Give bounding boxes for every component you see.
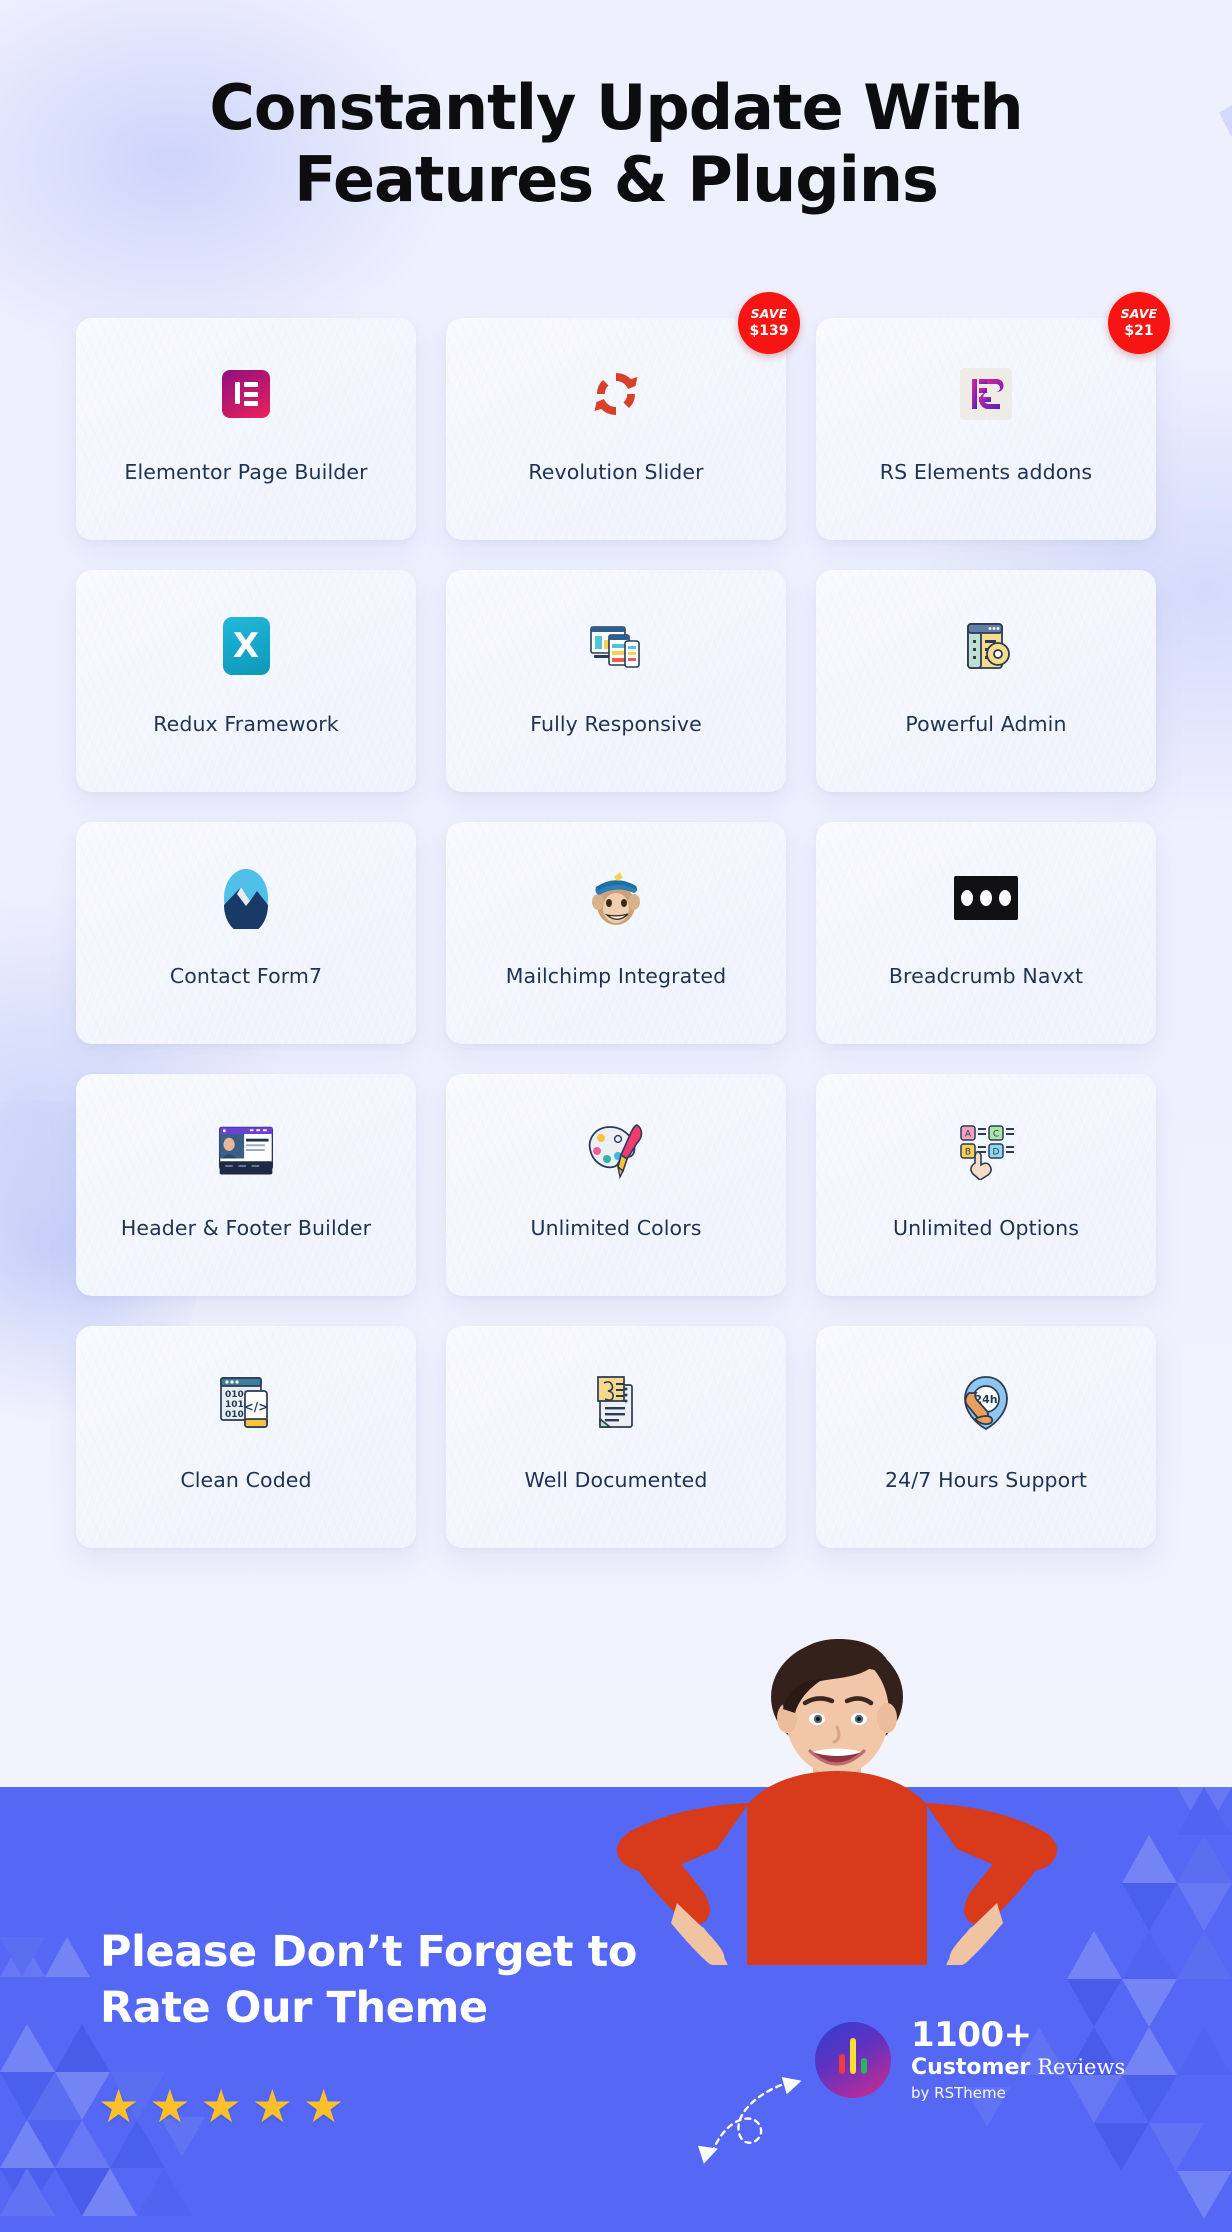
reviews-attribution: by RSTheme — [911, 2084, 1006, 2103]
save-badge-title: SAVE — [1120, 305, 1158, 321]
reviews-count: 1100+ — [911, 2015, 1032, 2055]
star-rating[interactable]: ★ ★ ★ ★ ★ — [98, 2083, 344, 2129]
logo-bar-red — [839, 2054, 845, 2075]
rs-elements-icon — [954, 362, 1018, 426]
reviews-label-serif: Reviews — [1037, 2055, 1126, 2079]
star-icon[interactable]: ★ — [201, 2083, 242, 2129]
feature-card-label: Breadcrumb Navxt — [888, 964, 1084, 988]
logo-bar-green — [861, 2058, 867, 2075]
feature-card-label: Clean Coded — [180, 1468, 312, 1492]
save-badge: SAVE $139 — [738, 292, 800, 354]
feature-card[interactable]: Contact Form7 — [76, 822, 416, 1044]
feature-card[interactable]: Unlimited Colors — [446, 1074, 786, 1296]
feature-card[interactable]: Breadcrumb Navxt — [816, 822, 1156, 1044]
customer-reviews-badge[interactable]: 1100+ Customer Reviews by RSTheme — [815, 2018, 1125, 2102]
header-footer-builder-icon — [214, 1118, 278, 1182]
save-badge-title: SAVE — [750, 305, 788, 321]
feature-card[interactable]: Elementor Page Builder — [76, 318, 416, 540]
admin-gear-icon — [954, 614, 1018, 678]
reviews-text: 1100+ Customer Reviews by RSTheme — [911, 2018, 1125, 2102]
reviews-label: Customer Reviews — [911, 2055, 1126, 2080]
reviews-label-bold: Customer — [911, 2055, 1031, 2080]
feature-card[interactable]: 01010 10101 01010 </> Clean Coded — [76, 1326, 416, 1548]
feature-card-label: 24/7 Hours Support — [885, 1468, 1087, 1492]
feature-card-label: Redux Framework — [153, 712, 339, 736]
save-badge-amount: $21 — [1124, 323, 1154, 340]
clean-code-icon: 01010 10101 01010 </> — [214, 1370, 278, 1434]
feature-card-label: Well Documented — [524, 1468, 708, 1492]
feature-card-label: Elementor Page Builder — [124, 460, 368, 484]
star-icon[interactable]: ★ — [149, 2083, 190, 2129]
revolution-slider-icon — [584, 362, 648, 426]
svg-text:B: B — [965, 1148, 971, 1158]
document-icon — [584, 1370, 648, 1434]
feature-card-label: Unlimited Options — [892, 1216, 1080, 1240]
cta-heading-line2: Rate Our Theme — [100, 1982, 488, 2033]
page-title-line1: Constantly Update With — [209, 71, 1023, 144]
svg-text:C: C — [993, 1130, 999, 1140]
svg-text:D: D — [993, 1148, 1000, 1158]
feature-card-label: Contact Form7 — [169, 964, 323, 988]
cta-heading-line1: Please Don’t Forget to — [100, 1927, 638, 1977]
feature-card[interactable]: Powerful Admin — [816, 570, 1156, 792]
breadcrumb-navxt-icon — [954, 866, 1018, 930]
feature-card-label: RS Elements addons — [879, 460, 1093, 484]
feature-card[interactable]: SAVE $21 RS Elements addons — [816, 292, 1170, 540]
curved-arrow-icon — [697, 2077, 802, 2164]
save-badge: SAVE $21 — [1108, 292, 1170, 354]
feature-card-label: Powerful Admin — [905, 712, 1067, 736]
responsive-devices-icon — [584, 614, 648, 678]
save-badge-amount: $139 — [749, 323, 789, 340]
mailchimp-monkey-icon — [584, 866, 648, 930]
feature-card[interactable]: 24h 24/7 Hours Support — [816, 1326, 1156, 1548]
feature-grid: Elementor Page Builder SAVE $139 Revolution… — [76, 292, 1170, 1548]
star-icon[interactable]: ★ — [252, 2083, 293, 2129]
feature-card[interactable]: X Redux Framework — [76, 570, 416, 792]
feature-card[interactable]: Well Documented — [446, 1326, 786, 1548]
feature-card[interactable]: SAVE $139 Revolution Slider — [446, 292, 800, 540]
contact-form7-icon — [214, 866, 278, 930]
feature-card-label: Fully Responsive — [530, 712, 702, 736]
svg-text:</>: </> — [244, 1400, 269, 1414]
page-title-line2: Features & Plugins — [294, 142, 939, 216]
star-icon[interactable]: ★ — [303, 2083, 344, 2129]
page-title: Constantly Update With Features & Plugin… — [0, 72, 1232, 216]
support-24h-icon: 24h — [954, 1370, 1018, 1434]
feature-card-label: Revolution Slider — [528, 460, 704, 484]
promo-page: Constantly Update With Features & Plugin… — [0, 0, 1232, 2232]
feature-card-label: Unlimited Colors — [530, 1216, 702, 1240]
feature-card[interactable]: Mailchimp Integrated — [446, 822, 786, 1044]
redux-icon: X — [214, 614, 278, 678]
cta-heading: Please Don’t Forget to Rate Our Theme — [100, 1925, 637, 2037]
svg-text:A: A — [965, 1130, 972, 1140]
color-palette-icon — [584, 1118, 648, 1182]
feature-card-label: Mailchimp Integrated — [505, 964, 727, 988]
feature-card[interactable]: Fully Responsive — [446, 570, 786, 792]
feature-card[interactable]: A C B D Unlimited Options — [816, 1074, 1156, 1296]
feature-card[interactable]: Header & Footer Builder — [76, 1074, 416, 1296]
elementor-icon — [214, 362, 278, 426]
logo-bar-yellow — [850, 2038, 856, 2075]
feature-card-label: Header & Footer Builder — [120, 1216, 372, 1240]
rstheme-logo-icon — [815, 2022, 891, 2099]
options-hand-icon: A C B D — [954, 1118, 1018, 1182]
star-icon[interactable]: ★ — [98, 2083, 139, 2129]
